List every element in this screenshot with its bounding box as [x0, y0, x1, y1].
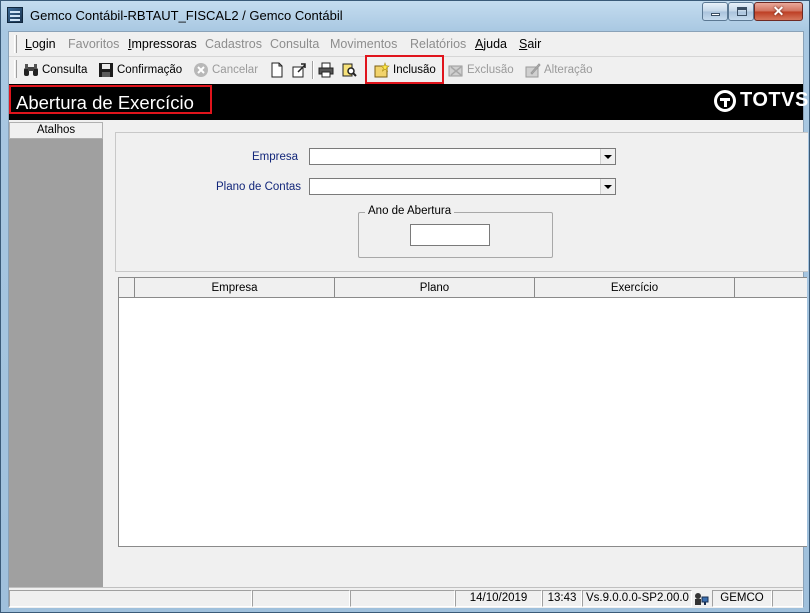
- status-time: 13:43: [542, 590, 582, 607]
- empresa-label: Empresa: [252, 151, 299, 163]
- toolbar-grip: [14, 60, 17, 78]
- status-panel-3: [350, 590, 455, 607]
- title-bar[interactable]: Gemco Contábil-RBTAUT_FISCAL2 / Gemco Co…: [1, 1, 809, 30]
- menu-relatorios[interactable]: Relatórios: [410, 37, 466, 51]
- cancel-icon: [193, 62, 209, 78]
- printer-icon: [318, 62, 334, 78]
- confirmacao-label: Confirmação: [117, 64, 183, 76]
- status-panel-2: [252, 590, 350, 607]
- export-button[interactable]: [291, 60, 307, 80]
- status-panel-1: [9, 590, 252, 607]
- menu-movimentos[interactable]: Movimentos: [330, 37, 397, 51]
- minimize-button[interactable]: [702, 2, 728, 21]
- new-document-button[interactable]: [269, 60, 285, 80]
- grid-row-selector-header[interactable]: [119, 278, 135, 297]
- status-user: GEMCO: [712, 590, 772, 607]
- plano-label: Plano de Contas: [216, 181, 302, 193]
- menu-login[interactable]: Login: [25, 37, 56, 51]
- ano-abertura-input[interactable]: [410, 224, 490, 246]
- consulta-label: Consulta: [42, 64, 88, 76]
- toolbar-separator: [312, 61, 314, 79]
- page-title-highlight-box: [9, 85, 212, 114]
- window-title: Gemco Contábil-RBTAUT_FISCAL2 / Gemco Co…: [30, 8, 343, 23]
- search-document-icon: [341, 62, 357, 78]
- menu-consulta[interactable]: Consulta: [270, 37, 319, 51]
- menu-ajuda[interactable]: Ajuda: [475, 37, 507, 51]
- delete-record-icon: [448, 62, 464, 78]
- binoculars-icon: [23, 62, 39, 78]
- close-button[interactable]: ✕: [754, 2, 803, 21]
- export-icon: [291, 62, 307, 78]
- cancelar-button[interactable]: Cancelar: [193, 60, 258, 80]
- app-icon: [7, 7, 23, 23]
- ano-abertura-label: Ano de Abertura: [365, 205, 455, 217]
- totvs-logo-icon: [714, 89, 736, 112]
- menu-bar: Login Favoritos Impressoras Cadastros Co…: [9, 32, 803, 57]
- logo-text: TOTVS: [740, 89, 809, 111]
- save-icon: [98, 62, 114, 78]
- minimize-icon: [711, 13, 720, 16]
- plano-select[interactable]: [309, 178, 616, 195]
- chevron-down-icon[interactable]: [600, 179, 615, 194]
- user-network-icon: [693, 591, 709, 607]
- close-icon: ✕: [772, 3, 785, 19]
- status-panel-last: [772, 590, 803, 607]
- alteracao-button[interactable]: Alteração: [525, 60, 593, 80]
- form-panel: Empresa Plano de Contas Ano de Abertura: [115, 132, 808, 272]
- grid-col-plano[interactable]: Plano: [335, 278, 535, 297]
- main-content: Empresa Plano de Contas Ano de Abertura: [109, 122, 808, 588]
- inclusao-highlight-box: [365, 55, 444, 84]
- menu-favoritos[interactable]: Favoritos: [68, 37, 119, 51]
- status-bar: 14/10/2019 13:43 Vs.9.0.0.0-SP2.00.0 GEM…: [9, 587, 803, 608]
- search-doc-button[interactable]: [341, 60, 357, 80]
- exclusao-label: Exclusão: [467, 64, 514, 76]
- results-grid[interactable]: Empresa Plano Exercício: [118, 277, 807, 547]
- menu-sair[interactable]: Sair: [519, 37, 541, 51]
- edit-record-icon: [525, 62, 541, 78]
- status-date: 14/10/2019: [455, 590, 542, 607]
- menu-grip: [14, 35, 17, 53]
- maximize-icon: [737, 7, 747, 16]
- menu-impressoras[interactable]: Impressoras: [128, 37, 197, 51]
- grid-header: Empresa Plano Exercício: [119, 278, 807, 298]
- grid-col-empresa[interactable]: Empresa: [135, 278, 335, 297]
- confirmacao-button[interactable]: Confirmação: [98, 60, 182, 80]
- status-version: Vs.9.0.0.0-SP2.00.0: [582, 590, 692, 607]
- alteracao-label: Alteração: [544, 64, 593, 76]
- exclusao-button[interactable]: Exclusão: [448, 60, 514, 80]
- shortcuts-header[interactable]: Atalhos: [9, 122, 103, 139]
- cancelar-label: Cancelar: [212, 64, 259, 76]
- consulta-button[interactable]: Consulta: [23, 60, 87, 80]
- page-header: Abertura de Exercício TOTVS: [9, 84, 808, 120]
- grid-col-exercicio[interactable]: Exercício: [535, 278, 735, 297]
- maximize-button[interactable]: [728, 2, 754, 21]
- print-button[interactable]: [318, 60, 334, 80]
- totvs-logo: TOTVS: [714, 89, 809, 112]
- client-area: Login Favoritos Impressoras Cadastros Co…: [8, 31, 808, 608]
- empresa-select[interactable]: [309, 148, 616, 165]
- shortcuts-sidebar: Atalhos: [9, 122, 103, 588]
- ano-abertura-group: Ano de Abertura: [358, 205, 553, 258]
- app-window: Gemco Contábil-RBTAUT_FISCAL2 / Gemco Co…: [0, 0, 810, 613]
- chevron-down-icon[interactable]: [600, 149, 615, 164]
- menu-cadastros[interactable]: Cadastros: [205, 37, 262, 51]
- new-document-icon: [269, 62, 285, 78]
